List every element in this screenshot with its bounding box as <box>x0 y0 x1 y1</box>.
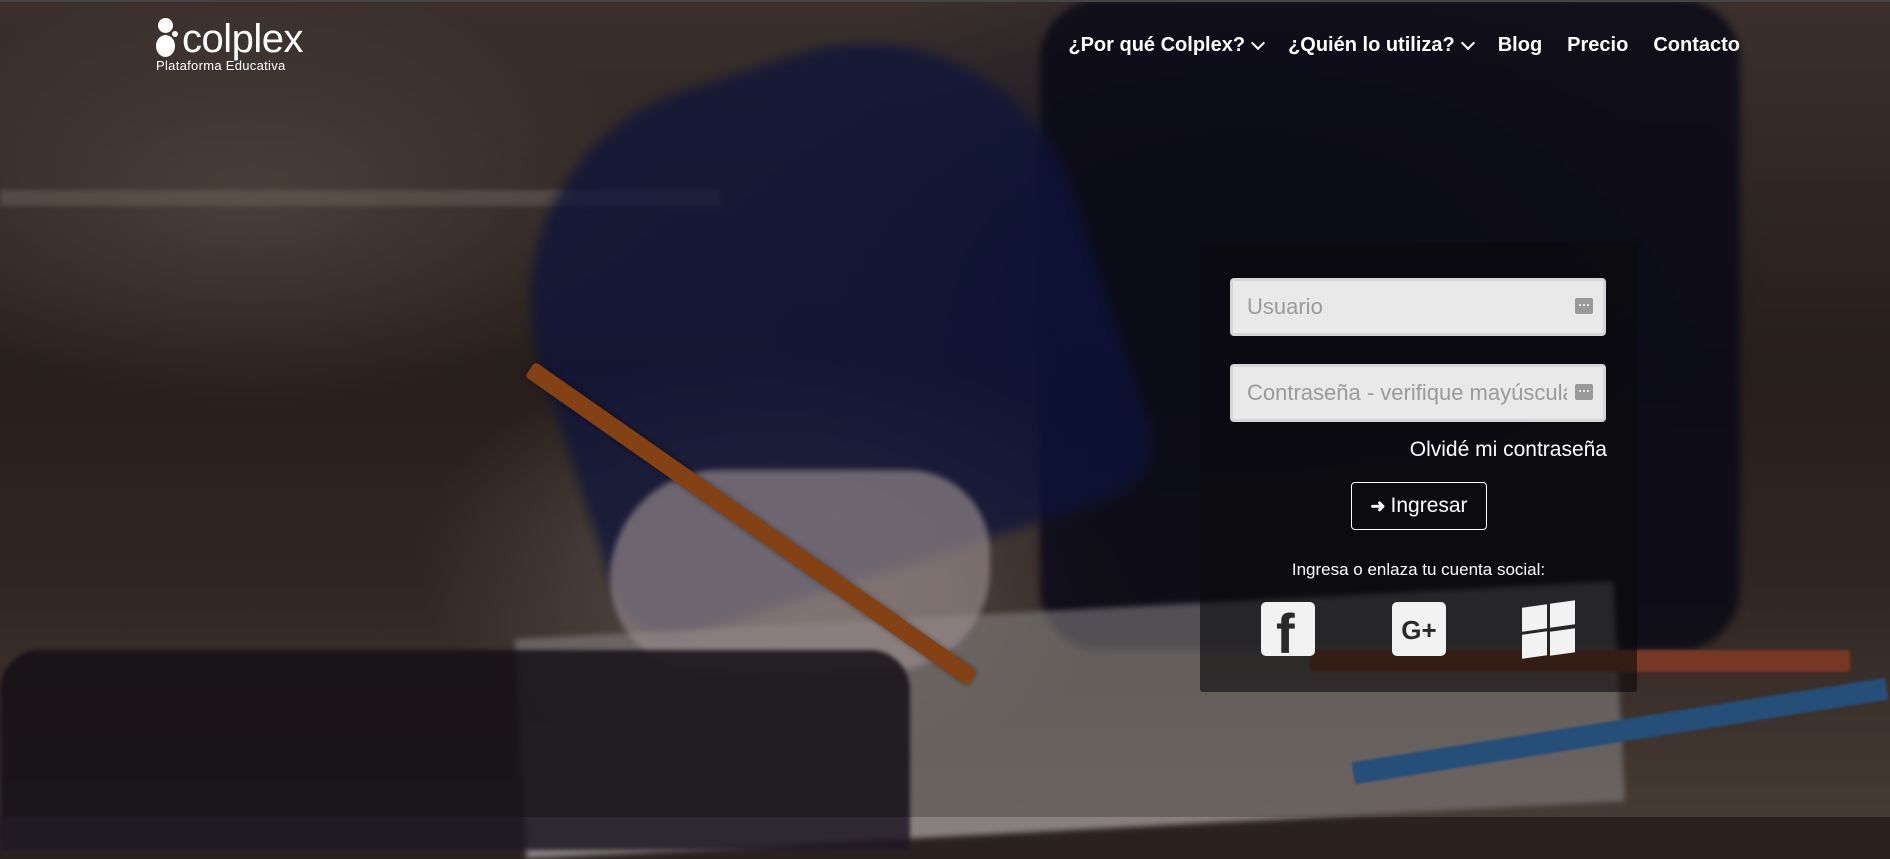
nav-item-por-que[interactable]: ¿Por qué Colplex? <box>1068 34 1266 57</box>
nav-item-quien[interactable]: ¿Quién lo utiliza? <box>1288 34 1475 57</box>
username-input[interactable] <box>1233 281 1603 333</box>
login-button[interactable]: ➜ Ingresar <box>1351 482 1487 530</box>
facebook-icon[interactable]: f <box>1261 602 1315 662</box>
password-field-wrapper <box>1230 364 1606 422</box>
autofill-key-icon[interactable] <box>1575 384 1593 400</box>
autofill-key-icon[interactable] <box>1575 298 1593 314</box>
password-input[interactable] <box>1233 367 1603 419</box>
username-field-wrapper <box>1230 278 1606 336</box>
top-border <box>0 0 1890 2</box>
windows-icon[interactable] <box>1522 600 1576 659</box>
social-caption: Ingresa o enlaza tu cuenta social: <box>1291 560 1546 579</box>
brand-name: colplex <box>182 17 304 61</box>
nav-item-contacto[interactable]: Contacto <box>1653 34 1740 57</box>
nav-item-blog[interactable]: Blog <box>1498 34 1542 57</box>
nav-item-label: Blog <box>1497 34 1543 56</box>
nav-item-label: ¿Quién lo utiliza? <box>1288 34 1455 56</box>
logo[interactable]: colplex Plataforma Educativa <box>156 17 304 73</box>
forgot-password-link[interactable]: Olvidé mi contraseña <box>1410 438 1607 462</box>
nav-item-label: Precio <box>1567 34 1629 56</box>
sign-in-icon: ➜ <box>1370 495 1386 516</box>
login-panel: Olvidé mi contraseña ➜ Ingresar Ingresa … <box>1200 242 1637 692</box>
nav-item-label: ¿Por qué Colplex? <box>1068 34 1246 56</box>
google-plus-icon[interactable]: G+ <box>1392 602 1446 656</box>
nav-item-precio[interactable]: Precio <box>1567 34 1628 57</box>
chevron-down-icon <box>1460 35 1475 51</box>
chevron-down-icon <box>1250 35 1266 51</box>
colplex-logo-icon <box>156 18 178 60</box>
main-nav: ¿Por qué Colplex? ¿Quién lo utiliza? Blo… <box>1068 34 1740 57</box>
nav-item-label: Contacto <box>1653 34 1740 56</box>
brand-tagline: Plataforma Educativa <box>156 58 286 73</box>
login-button-label: Ingresar <box>1390 494 1468 517</box>
